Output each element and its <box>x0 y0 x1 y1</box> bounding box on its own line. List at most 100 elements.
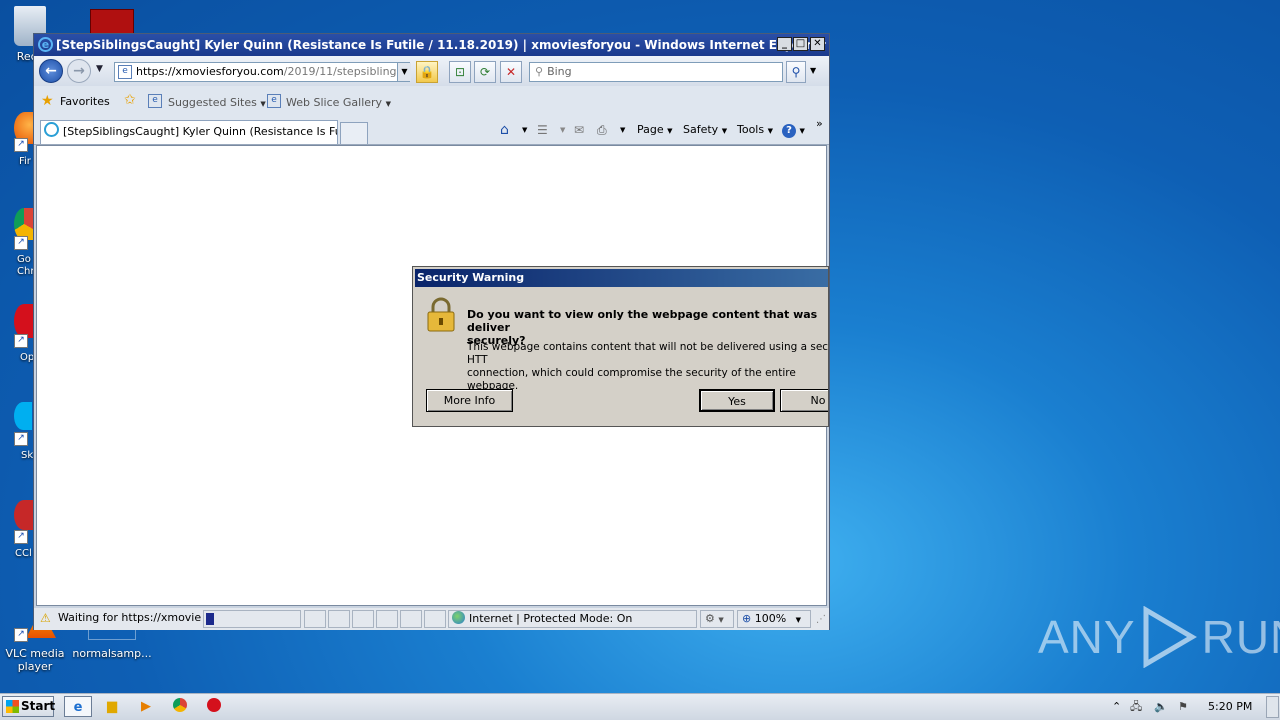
maximize-button[interactable]: □ <box>793 37 808 51</box>
status-text: Waiting for https://xmoviesfo <box>58 611 201 624</box>
clock[interactable]: 5:20 PM <box>1208 694 1252 720</box>
search-input[interactable]: ⚲ Bing <box>529 62 783 82</box>
start-label: Start <box>21 699 56 713</box>
help-icon[interactable]: ? ▼ <box>782 116 805 144</box>
taskbar-chrome-icon[interactable] <box>166 696 194 717</box>
status-cell <box>376 610 398 628</box>
more-info-button[interactable]: More Info <box>426 389 513 412</box>
yes-button[interactable]: Yes <box>699 389 775 412</box>
security-warning-dialog: Security Warning Do you want to view onl… <box>412 266 829 427</box>
shortcut-arrow-icon: ↗ <box>14 236 28 250</box>
status-bar: ⚠ Waiting for https://xmoviesfo Internet… <box>34 608 829 630</box>
page-menu[interactable]: Page ▼ <box>637 116 673 144</box>
back-button[interactable]: ← <box>39 59 63 83</box>
page-icon: e <box>118 65 132 79</box>
skype-icon[interactable] <box>14 402 32 430</box>
favorites-button[interactable]: Favorites <box>60 95 110 108</box>
safety-menu-label: Safety <box>683 123 719 136</box>
opera-icon[interactable] <box>14 304 34 338</box>
desktop-icon-label: VLC media player <box>5 647 65 673</box>
chevron-down-icon[interactable]: ▼ <box>620 116 625 144</box>
zoom-icon: ⊕ <box>742 612 752 625</box>
taskbar-internet-explorer[interactable]: e <box>64 696 92 717</box>
chevron-down-icon[interactable]: ▼ <box>522 116 527 144</box>
status-cell <box>328 610 350 628</box>
taskbar-explorer-icon[interactable]: ▆ <box>98 696 126 717</box>
feeds-icon[interactable]: ☰ <box>537 116 548 144</box>
taskbar-opera-icon[interactable] <box>200 696 228 717</box>
volume-icon[interactable]: 🔈 <box>1154 694 1168 720</box>
shortcut-arrow-icon: ↗ <box>14 432 28 446</box>
protected-mode-button[interactable]: ⚙ ▼ <box>700 610 734 628</box>
tools-menu-label: Tools <box>737 123 765 136</box>
padlock-icon <box>427 297 455 332</box>
dialog-title[interactable]: Security Warning <box>415 269 828 287</box>
resize-grip-icon[interactable]: ⋰ <box>816 614 826 625</box>
dialog-body: This webpage contains content that will … <box>467 341 829 392</box>
network-icon[interactable]: 🖧 <box>1130 694 1142 720</box>
chevron-down-icon: ▼ <box>767 127 773 135</box>
chevron-down-icon: ▼ <box>721 127 728 135</box>
page-menu-label: Page <box>637 123 664 136</box>
status-cell <box>352 610 374 628</box>
mail-icon[interactable]: ✉ <box>574 116 584 144</box>
chevron-down-icon: ▼ <box>795 616 802 624</box>
opera-logo-icon <box>207 698 221 712</box>
search-button[interactable]: ⚲ <box>786 61 806 83</box>
watermark-left: ANY <box>1038 611 1136 663</box>
status-cell <box>400 610 422 628</box>
home-icon[interactable]: ⌂ <box>500 116 509 144</box>
new-tab-button[interactable] <box>340 122 368 144</box>
show-hidden-icons-button[interactable]: ⌃ <box>1112 694 1121 720</box>
chevron-down-icon[interactable]: ▼ <box>560 116 565 144</box>
ccleaner-icon[interactable] <box>14 500 34 530</box>
shortcut-arrow-icon: ↗ <box>14 334 28 348</box>
tools-menu[interactable]: Tools ▼ <box>737 116 773 144</box>
security-lock-button[interactable]: 🔒 <box>416 61 438 83</box>
forward-button[interactable]: → <box>67 59 91 83</box>
suggested-sites-link[interactable]: Suggested Sites ▼ <box>168 96 266 109</box>
add-to-favorites-icon[interactable]: ✩ <box>124 92 136 108</box>
history-dropdown-icon[interactable]: ▼ <box>96 64 103 74</box>
desktop-icon-vlc[interactable]: VLC media player <box>0 647 70 673</box>
more-commands-icon[interactable]: » <box>816 110 823 138</box>
suggested-sites-label: Suggested Sites <box>168 96 257 109</box>
address-dropdown-button[interactable]: ▼ <box>397 63 411 81</box>
taskbar-media-player-icon[interactable]: ▶ <box>132 696 160 717</box>
zone-label: Internet | Protected Mode: On <box>469 612 633 625</box>
taskbar: Start e ▆ ▶ ⌃ 🖧 🔈 ⚑ 5:20 PM <box>0 693 1280 720</box>
safety-menu[interactable]: Safety ▼ <box>683 116 727 144</box>
favorites-star-icon: ★ <box>41 93 54 109</box>
web-slice-gallery-link[interactable]: Web Slice Gallery ▼ <box>286 96 391 109</box>
no-button[interactable]: No <box>780 389 828 412</box>
show-desktop-button[interactable] <box>1266 696 1279 718</box>
navigation-bar: ← → ▼ e https://xmoviesforyou.com/2019/11… <box>34 56 829 86</box>
minimize-button[interactable]: _ <box>777 37 792 51</box>
ie-page-icon: e <box>267 94 281 108</box>
shortcut-arrow-icon: ↗ <box>14 138 28 152</box>
globe-icon <box>452 611 465 624</box>
desktop-icon-normal-sample[interactable]: normalsamp... <box>72 647 152 660</box>
tab-current[interactable]: [StepSiblingsCaught] Kyler Quinn (Resist… <box>40 120 338 144</box>
desktop-icon-label: CCl <box>15 548 32 559</box>
loading-icon <box>44 122 59 137</box>
action-center-flag-icon[interactable]: ⚑ <box>1178 694 1188 720</box>
stop-button[interactable]: ✕ <box>500 61 522 83</box>
search-options-dropdown-icon[interactable]: ▼ <box>810 66 816 75</box>
zoom-button[interactable]: ⊕ 100% ▼ <box>737 610 811 628</box>
refresh-button[interactable]: ⟳ <box>474 61 496 83</box>
address-bar[interactable]: e https://xmoviesforyou.com/2019/11/steps… <box>114 62 410 82</box>
progress-bar <box>203 610 301 628</box>
close-button[interactable]: ✕ <box>810 37 825 51</box>
web-slice-gallery-label: Web Slice Gallery <box>286 96 383 109</box>
desktop-icon-label: normalsamp... <box>72 647 152 660</box>
windows-logo-icon <box>6 700 19 713</box>
print-icon[interactable]: ⎙ <box>597 116 607 144</box>
chrome-logo-icon <box>173 698 187 712</box>
zoom-level: 100% <box>754 612 787 625</box>
command-bar: [StepSiblingsCaught] Kyler Quinn (Resist… <box>34 116 829 145</box>
ie-title-bar[interactable]: e [StepSiblingsCaught] Kyler Quinn (Resi… <box>34 34 829 56</box>
compatibility-view-button[interactable]: ⊡ <box>449 61 471 83</box>
start-button[interactable]: Start <box>2 696 56 717</box>
zone-indicator[interactable]: Internet | Protected Mode: On <box>448 610 697 628</box>
